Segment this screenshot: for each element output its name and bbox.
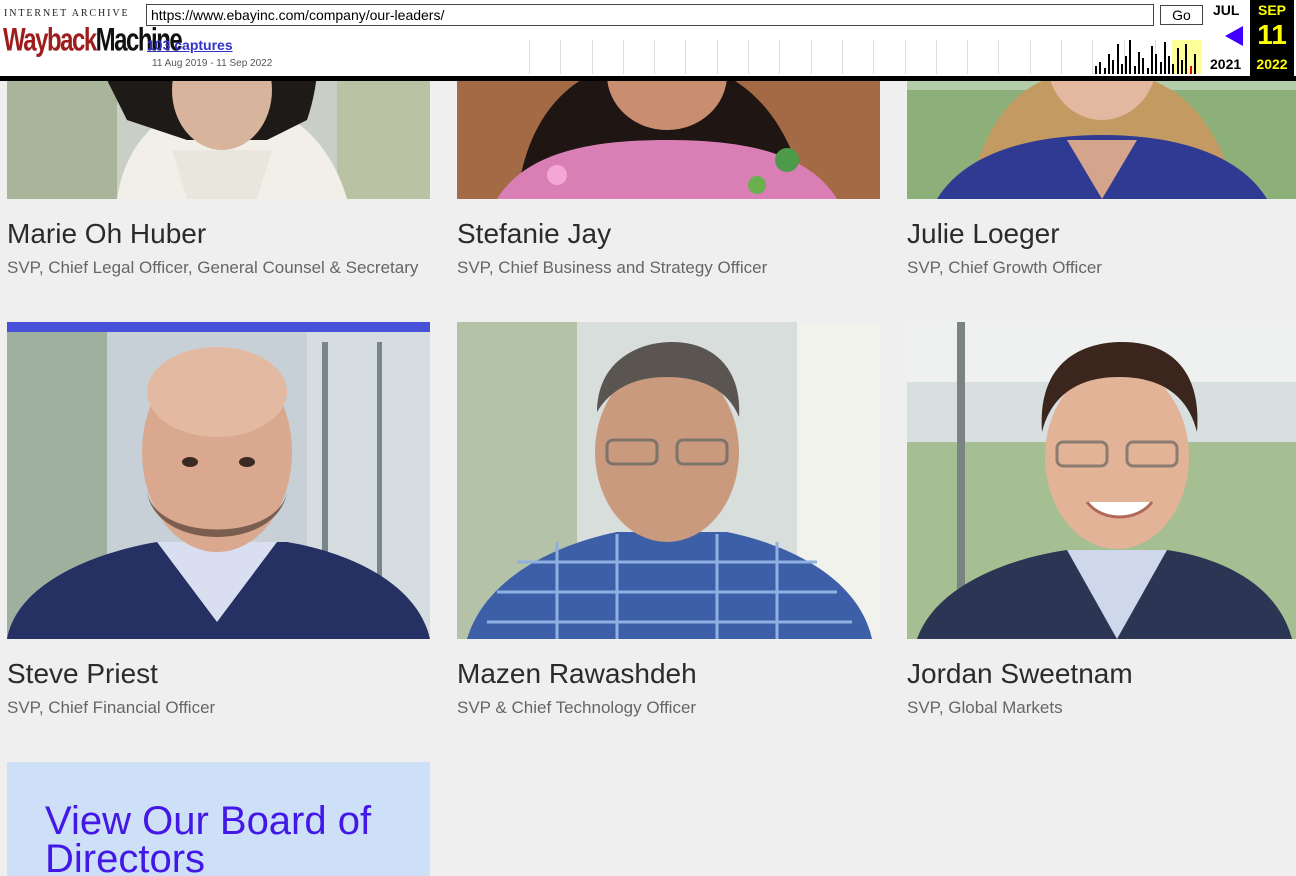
selected-card-accent-bar bbox=[7, 322, 430, 332]
leader-photo-mazen-rawashdeh[interactable] bbox=[457, 322, 880, 639]
capture-bar bbox=[1193, 54, 1196, 74]
capture-bar bbox=[1112, 60, 1115, 74]
sparkline-cell bbox=[685, 40, 716, 74]
leader-title: SVP & Chief Technology Officer bbox=[457, 698, 697, 717]
sparkline-cell bbox=[935, 40, 967, 74]
leader-name[interactable]: Stefanie Jay bbox=[457, 218, 611, 250]
sparkline-cell bbox=[748, 40, 779, 74]
capture-bar bbox=[1172, 64, 1175, 74]
capture-sparkline[interactable] bbox=[529, 40, 1202, 74]
sparkline-cell bbox=[529, 40, 560, 74]
toolbar-divider bbox=[0, 76, 1296, 81]
sparkline-cell bbox=[967, 40, 998, 74]
go-button[interactable]: Go bbox=[1160, 5, 1203, 25]
capture-bar bbox=[1168, 56, 1171, 74]
leader-name[interactable]: Marie Oh Huber bbox=[7, 218, 206, 250]
capture-bar bbox=[1103, 68, 1106, 74]
captures-link[interactable]: 103 captures bbox=[147, 37, 233, 53]
leader-name[interactable]: Mazen Rawashdeh bbox=[457, 658, 697, 690]
leader-name[interactable]: Julie Loeger bbox=[907, 218, 1060, 250]
sparkline-cell bbox=[654, 40, 685, 74]
logo-internet-archive: INTERNET ARCHIVE bbox=[4, 8, 130, 19]
capture-bar bbox=[1163, 42, 1166, 74]
sparkline-cell bbox=[904, 40, 936, 74]
url-input[interactable] bbox=[146, 4, 1154, 26]
capture-bar bbox=[1176, 48, 1179, 74]
sparkline-cell bbox=[998, 40, 1029, 74]
capture-bar bbox=[1181, 60, 1183, 74]
capture-bar bbox=[1159, 62, 1162, 74]
leader-title: SVP, Chief Legal Officer, General Counse… bbox=[7, 258, 419, 277]
sparkline-cell bbox=[779, 40, 810, 74]
leader-title: SVP, Chief Growth Officer bbox=[907, 258, 1102, 277]
previous-year-label: 2021 bbox=[1210, 56, 1242, 72]
capture-date-range: 11 Aug 2019 - 11 Sep 2022 bbox=[152, 58, 273, 69]
capture-bar bbox=[1185, 44, 1188, 74]
capture-bar bbox=[1146, 68, 1149, 74]
leader-title: SVP, Global Markets bbox=[907, 698, 1063, 717]
capture-bar bbox=[1155, 54, 1158, 74]
leader-photo-steve-priest[interactable] bbox=[7, 322, 430, 639]
sparkline-cell bbox=[716, 40, 748, 74]
capture-bar bbox=[1095, 66, 1097, 74]
wayback-toolbar: INTERNET ARCHIVE WaybackMachine Go 103 c… bbox=[0, 0, 1296, 82]
leader-title: SVP, Chief Financial Officer bbox=[7, 698, 216, 717]
current-month: SEP bbox=[1257, 2, 1286, 18]
leader-photo-jordan-sweetnam[interactable] bbox=[907, 322, 1296, 639]
capture-bar bbox=[1107, 54, 1110, 74]
sparkline-cell bbox=[810, 40, 842, 74]
sparkline-cell bbox=[1029, 40, 1061, 74]
wayback-logo[interactable]: INTERNET ARCHIVE WaybackMachine bbox=[3, 8, 183, 62]
capture-bar bbox=[1150, 46, 1153, 74]
capture-bar bbox=[1138, 52, 1140, 74]
sparkline-cell bbox=[622, 40, 654, 74]
capture-bar bbox=[1116, 44, 1119, 74]
board-of-directors-card[interactable]: View Our Board of Directors bbox=[7, 762, 430, 876]
leader-name[interactable]: Steve Priest bbox=[7, 658, 158, 690]
leader-name[interactable]: Jordan Sweetnam bbox=[907, 658, 1133, 690]
capture-bar bbox=[1133, 66, 1136, 74]
previous-month-label: JUL bbox=[1213, 2, 1240, 18]
previous-capture-arrow-icon[interactable] bbox=[1225, 26, 1243, 46]
capture-bar bbox=[1142, 58, 1145, 74]
current-capture-date: SEP 11 2022 bbox=[1250, 0, 1294, 76]
capture-bar bbox=[1120, 64, 1123, 74]
sparkline-cell bbox=[873, 40, 904, 74]
leader-title: SVP, Chief Business and Strategy Officer bbox=[457, 258, 768, 277]
current-year: 2022 bbox=[1256, 56, 1288, 72]
capture-bar bbox=[1125, 56, 1128, 74]
sparkline-cell bbox=[841, 40, 873, 74]
sparkline-cell bbox=[1061, 40, 1092, 74]
board-of-directors-link[interactable]: View Our Board of Directors bbox=[45, 801, 415, 876]
current-day: 11 bbox=[1257, 19, 1287, 50]
capture-bars bbox=[1095, 40, 1202, 74]
sparkline-cell bbox=[591, 40, 623, 74]
capture-bar bbox=[1189, 66, 1192, 74]
capture-bar bbox=[1099, 62, 1102, 74]
sparkline-cell bbox=[560, 40, 591, 74]
capture-bar bbox=[1129, 40, 1132, 74]
